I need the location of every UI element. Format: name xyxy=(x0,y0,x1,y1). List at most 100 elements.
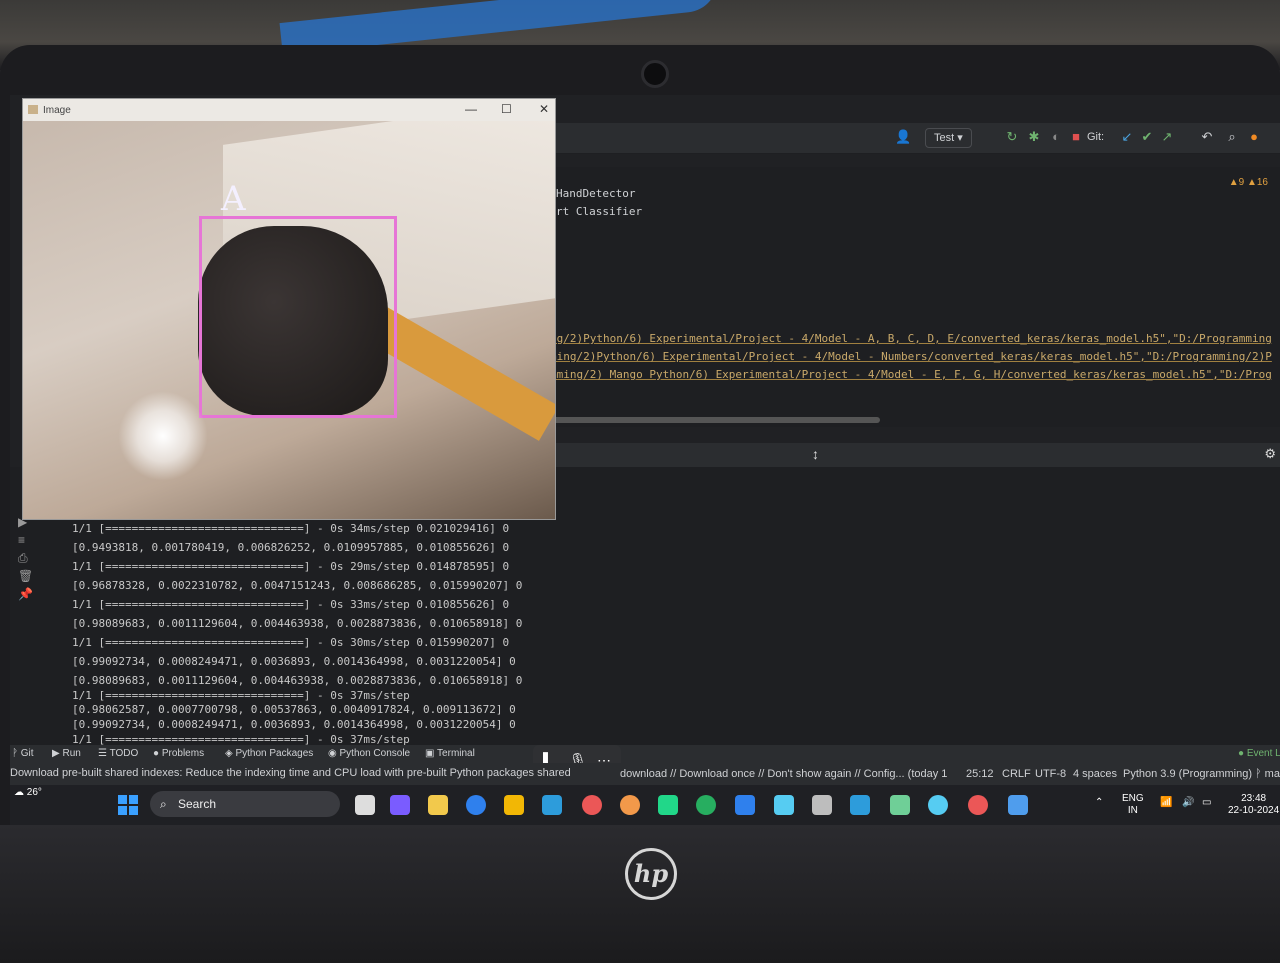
tab-run[interactable]: ▶ Run xyxy=(52,748,81,759)
window-title: Image xyxy=(43,105,71,116)
tab-git[interactable]: ᚹ Git xyxy=(12,748,34,759)
print-icon[interactable]: ⎙ xyxy=(18,551,42,569)
git-commit-icon[interactable]: ✔ xyxy=(1140,130,1154,144)
console-line: [0.99092734, 0.0008249471, 0.0036893, 0.… xyxy=(72,655,516,668)
calculator-icon[interactable] xyxy=(812,795,832,815)
tab-terminal[interactable]: ▣ Terminal xyxy=(425,748,475,759)
layout-icon[interactable]: ≡ xyxy=(18,533,42,551)
notepad-icon[interactable] xyxy=(850,795,870,815)
app-icon[interactable] xyxy=(890,795,910,815)
code-editor[interactable]: ▲9 ▲16 HandDetector rt Classifier ng/2)P… xyxy=(550,167,1280,427)
search-icon[interactable]: ⌕ xyxy=(1225,130,1239,144)
rerun-icon[interactable]: ↻ xyxy=(1005,130,1019,144)
powerpoint-icon[interactable] xyxy=(968,795,988,815)
status-bar: Download pre-built shared indexes: Reduc… xyxy=(10,763,1280,785)
run-config-select[interactable]: Test ▾ xyxy=(925,128,972,148)
tab-todo[interactable]: ☰ TODO xyxy=(98,748,138,759)
image-window: Image — ☐ ✕ A xyxy=(22,98,556,520)
minimize-button[interactable]: — xyxy=(465,102,477,116)
settings-gear-icon[interactable]: ⚙ xyxy=(1264,446,1276,462)
status-message-actions[interactable]: download // Download once // Don't show … xyxy=(620,768,947,780)
coverage-icon[interactable]: ◐ xyxy=(1049,130,1063,144)
close-button[interactable]: ✕ xyxy=(539,102,549,116)
git-push-icon[interactable]: ↗ xyxy=(1160,130,1174,144)
git-update-icon[interactable]: ↙ xyxy=(1120,130,1134,144)
resize-icon: ↕ xyxy=(812,446,819,462)
user-icon[interactable]: 👤 xyxy=(895,130,911,144)
weather-temp: 26° xyxy=(26,787,42,798)
run-config-label: Test xyxy=(934,132,955,144)
file-encoding[interactable]: UTF-8 xyxy=(1035,768,1066,780)
teams-icon[interactable] xyxy=(928,795,948,815)
edge-icon[interactable] xyxy=(466,795,486,815)
language-code: ENG xyxy=(1122,793,1144,804)
tray-chevron-icon[interactable]: ⌃ xyxy=(1095,797,1103,809)
task-view-icon[interactable] xyxy=(355,795,375,815)
ide-toolbar: 👤 Test ▾ ↻ ✱ ◐ ■ Git: ↙ ✔ ↗ ↶ ⌕ ● xyxy=(550,123,1280,154)
console-line: 1/1 [==============================] - 0… xyxy=(72,636,510,649)
undo-icon[interactable]: ↶ xyxy=(1200,130,1214,144)
maximize-button[interactable]: ☐ xyxy=(501,102,512,116)
window-app-icon xyxy=(28,105,38,114)
windows-start-icon[interactable] xyxy=(118,795,138,815)
hand-bounding-box xyxy=(199,216,397,418)
clock[interactable]: 23:48 22-10-2024 xyxy=(1228,793,1279,817)
camera-feed: A xyxy=(23,121,555,519)
screen-glare xyxy=(118,391,208,481)
console-line: 1/1 [==============================] - 0… xyxy=(72,598,510,611)
plugin-icon[interactable]: ● xyxy=(1247,130,1261,144)
chrome-profile-icon[interactable] xyxy=(620,795,640,815)
language-indicator[interactable]: ENG IN xyxy=(1122,793,1144,817)
edge-dev-icon[interactable] xyxy=(696,795,716,815)
debug-icon[interactable]: ✱ xyxy=(1027,130,1041,144)
panel-splitter[interactable]: ↕ ⚙ xyxy=(550,443,1280,467)
stop-icon[interactable]: ■ xyxy=(1069,130,1083,144)
git-label: Git: xyxy=(1087,131,1105,143)
chrome-icon[interactable] xyxy=(582,795,602,815)
region-code: IN xyxy=(1127,805,1138,816)
inspection-warnings[interactable]: ▲9 ▲16 xyxy=(1229,177,1268,188)
python-icon[interactable] xyxy=(1008,795,1028,815)
laptop-screen: 👤 Test ▾ ↻ ✱ ◐ ■ Git: ↙ ✔ ↗ ↶ ⌕ ● ▲9 ▲16… xyxy=(10,95,1280,825)
console-line: [0.98089683, 0.0011129604, 0.004463938, … xyxy=(72,674,523,687)
search-icon: ⌕ xyxy=(160,797,167,811)
battery-icon[interactable]: ▭ xyxy=(1202,797,1211,809)
taskbar-search[interactable]: ⌕ Search xyxy=(150,791,340,817)
model-path-line: ng/2)Python/6) Experimental/Project - 4/… xyxy=(550,332,1272,345)
copilot-icon[interactable] xyxy=(390,795,410,815)
pycharm-icon[interactable] xyxy=(658,795,678,815)
console-line: 1/1 [==============================] - 0… xyxy=(72,689,410,702)
indent-setting[interactable]: 4 spaces xyxy=(1073,768,1117,780)
event-log[interactable]: ● Event L xyxy=(1238,748,1280,759)
console-line: [0.98062587, 0.0007700798, 0.00537863, 0… xyxy=(72,703,516,716)
console-line: [0.96878328, 0.0022310782, 0.0047151243,… xyxy=(72,579,523,592)
tab-python-packages[interactable]: ◈ Python Packages xyxy=(225,748,313,759)
status-message[interactable]: Download pre-built shared indexes: Reduc… xyxy=(10,767,571,779)
cursor-position[interactable]: 25:12 xyxy=(966,768,994,780)
sticky-notes-icon[interactable] xyxy=(428,795,448,815)
desktop-icon[interactable] xyxy=(542,795,562,815)
hp-logo: hp xyxy=(625,848,677,900)
git-branch[interactable]: ᚹ ma xyxy=(1255,768,1280,780)
tab-python-console[interactable]: ◉ Python Console xyxy=(328,748,410,759)
console-line: [0.99092734, 0.0008249471, 0.0036893, 0.… xyxy=(72,718,516,731)
console-line: 1/1 [==============================] - 0… xyxy=(72,522,510,535)
horizontal-scrollbar[interactable] xyxy=(550,417,880,423)
tab-problems[interactable]: ● Problems xyxy=(153,748,204,759)
pin-icon[interactable]: 📌 xyxy=(18,587,42,605)
vscode-icon[interactable] xyxy=(735,795,755,815)
todo-icon[interactable] xyxy=(774,795,794,815)
file-explorer-icon[interactable] xyxy=(504,795,524,815)
wifi-icon[interactable]: 📶 xyxy=(1160,797,1172,809)
branch-label: ma xyxy=(1264,768,1280,780)
clock-date: 22-10-2024 xyxy=(1228,805,1280,816)
volume-icon[interactable]: 🔊 xyxy=(1182,797,1194,809)
trash-icon[interactable]: 🗑 xyxy=(18,569,42,587)
search-label: Search xyxy=(178,797,217,811)
tab-label: Terminal xyxy=(437,748,475,759)
python-interpreter[interactable]: Python 3.9 (Programming) xyxy=(1123,768,1252,780)
taskbar: ☁ 26° ⌕ Search ⌃ ENG IN 📶 🔊 ▭ 23:48 22-10-… xyxy=(10,785,1280,825)
weather-widget[interactable]: ☁ 26° xyxy=(14,787,42,798)
model-path-line: ming/2)Python/6) Experimental/Project - … xyxy=(550,350,1272,363)
line-ending[interactable]: CRLF xyxy=(1002,768,1031,780)
